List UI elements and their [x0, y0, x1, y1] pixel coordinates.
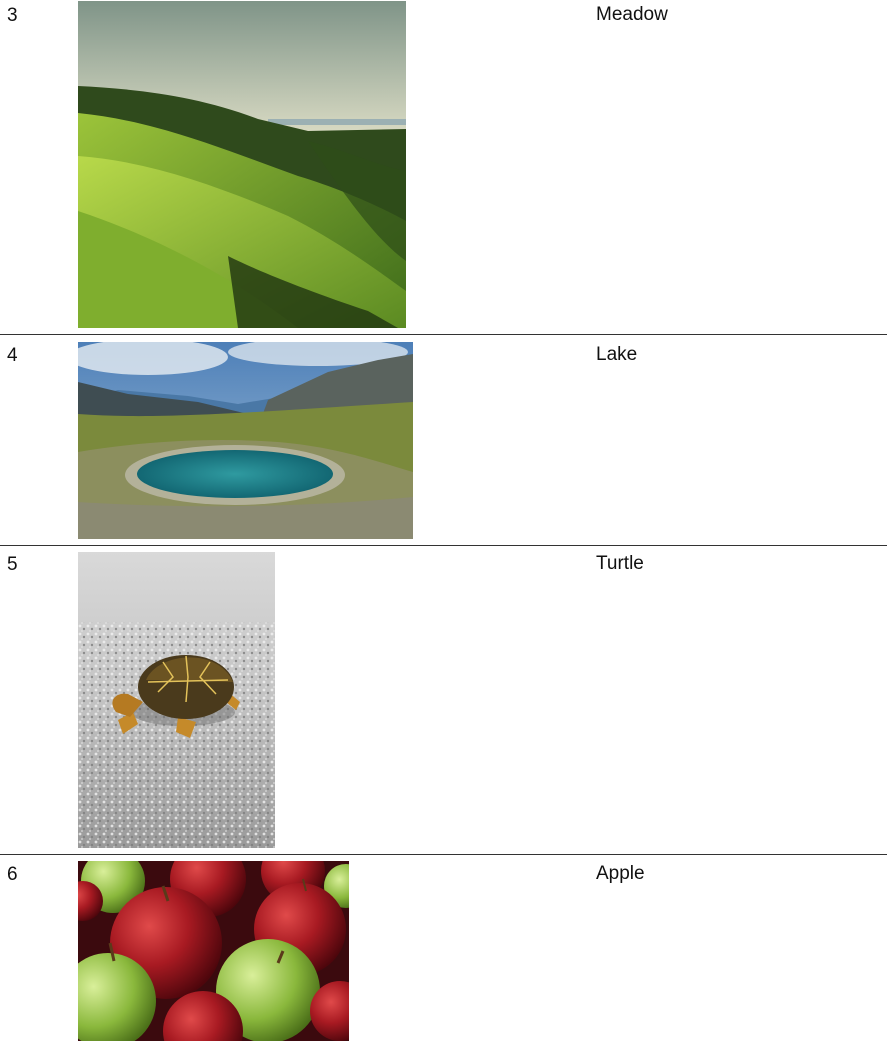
row-caption: Meadow [596, 4, 668, 25]
lake-image [78, 342, 413, 539]
row-caption: Turtle [596, 553, 644, 574]
row-number: 4 [7, 345, 18, 366]
row-caption: Lake [596, 344, 638, 365]
table-row: 6 Apple [0, 855, 887, 1043]
meadow-image [78, 1, 406, 328]
table-row: 3 Meadow [0, 0, 887, 334]
table-row: 4 Lake [0, 335, 887, 545]
row-number: 3 [7, 5, 18, 26]
apple-image [78, 861, 349, 1041]
table-row: 5 Turtle [0, 546, 887, 854]
turtle-image [78, 552, 275, 848]
row-number: 5 [7, 554, 18, 575]
row-caption: Apple [596, 863, 645, 884]
row-number: 6 [7, 864, 18, 885]
